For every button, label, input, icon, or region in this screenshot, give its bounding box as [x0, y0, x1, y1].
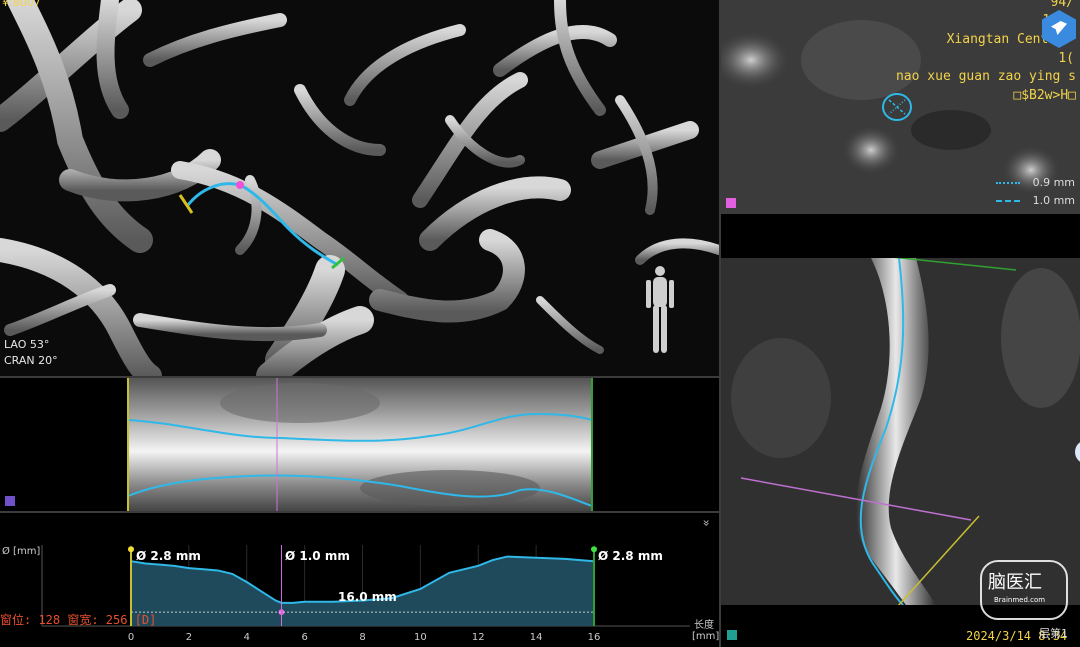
x-tick-label: 6: [301, 632, 307, 643]
longitudinal-image: [721, 258, 1080, 605]
watermark-logo: 脑医汇 Brainmed.com: [980, 560, 1068, 620]
slice-page-label: 层第1: [1039, 627, 1068, 640]
x-tick-label: 0: [128, 632, 134, 643]
min-diameter-label: Ø 1.0 mm: [285, 549, 350, 563]
x-axis-label-bottom: [mm]: [692, 631, 719, 642]
legend-dotted-line: [996, 182, 1020, 184]
longitudinal-header-bar: [721, 214, 1080, 258]
vr-3d-view[interactable]: ¥:8007 LAO 53° CRAN 20°: [0, 0, 719, 376]
diameter-profile-graph[interactable]: Ø [mm] » 0 2 4 6 8 10 12 14 16 Ø 2.8 mm Ø 1.0 mm…: [0, 513, 719, 647]
length-label: 16.0 mm: [338, 590, 397, 604]
straightened-image: [127, 378, 593, 511]
vessel-render: [0, 0, 719, 376]
x-tick-label: 8: [359, 632, 365, 643]
x-tick-label: 12: [472, 632, 485, 643]
legend-dashed-line: [996, 200, 1020, 202]
x-tick-label: 2: [186, 632, 192, 643]
start-point: [128, 546, 134, 553]
window-level-readout: 窗位: 128 窗宽: 256 [D]: [0, 613, 157, 627]
cross-section-view[interactable]: 94/ 19 Xiangtan Center 1( nao xue guan z…: [721, 0, 1080, 212]
x-tick-label: 14: [530, 632, 543, 643]
position-marker[interactable]: [236, 181, 244, 189]
x-tick-label: 10: [414, 632, 427, 643]
longitudinal-view[interactable]: [721, 258, 1080, 605]
legend-dashed-label: 1.0 mm: [1032, 194, 1075, 207]
lao-angle-label: LAO 53°: [4, 338, 50, 351]
x-tick-label: 16: [588, 632, 601, 643]
series-label: ¥:8007: [2, 0, 41, 9]
straightened-vessel-view[interactable]: [0, 378, 719, 511]
end-point: [591, 546, 597, 553]
x-tick-label: 4: [244, 632, 250, 643]
cross-section-color-marker: [726, 198, 736, 208]
right-diameter-label: Ø 2.8 mm: [598, 549, 663, 563]
straightened-color-marker: [5, 496, 15, 506]
info-line-1: 94/: [1050, 0, 1074, 10]
x-axis-label-top: 长度: [694, 620, 714, 631]
left-diameter-label: Ø 2.8 mm: [136, 549, 201, 563]
legend-dotted-label: 0.9 mm: [1032, 176, 1075, 189]
watermark-text: 脑医汇: [988, 572, 1042, 593]
info-line-5: nao xue guan zao ying s: [895, 69, 1076, 84]
info-line-4: 1(: [1058, 51, 1074, 66]
cran-angle-label: CRAN 20°: [4, 354, 58, 367]
watermark-subtext: Brainmed.com: [994, 596, 1046, 604]
longitudinal-color-marker: [727, 630, 737, 640]
info-line-6: □$B2w>H□: [1013, 88, 1076, 103]
orientation-figure: [646, 266, 674, 353]
